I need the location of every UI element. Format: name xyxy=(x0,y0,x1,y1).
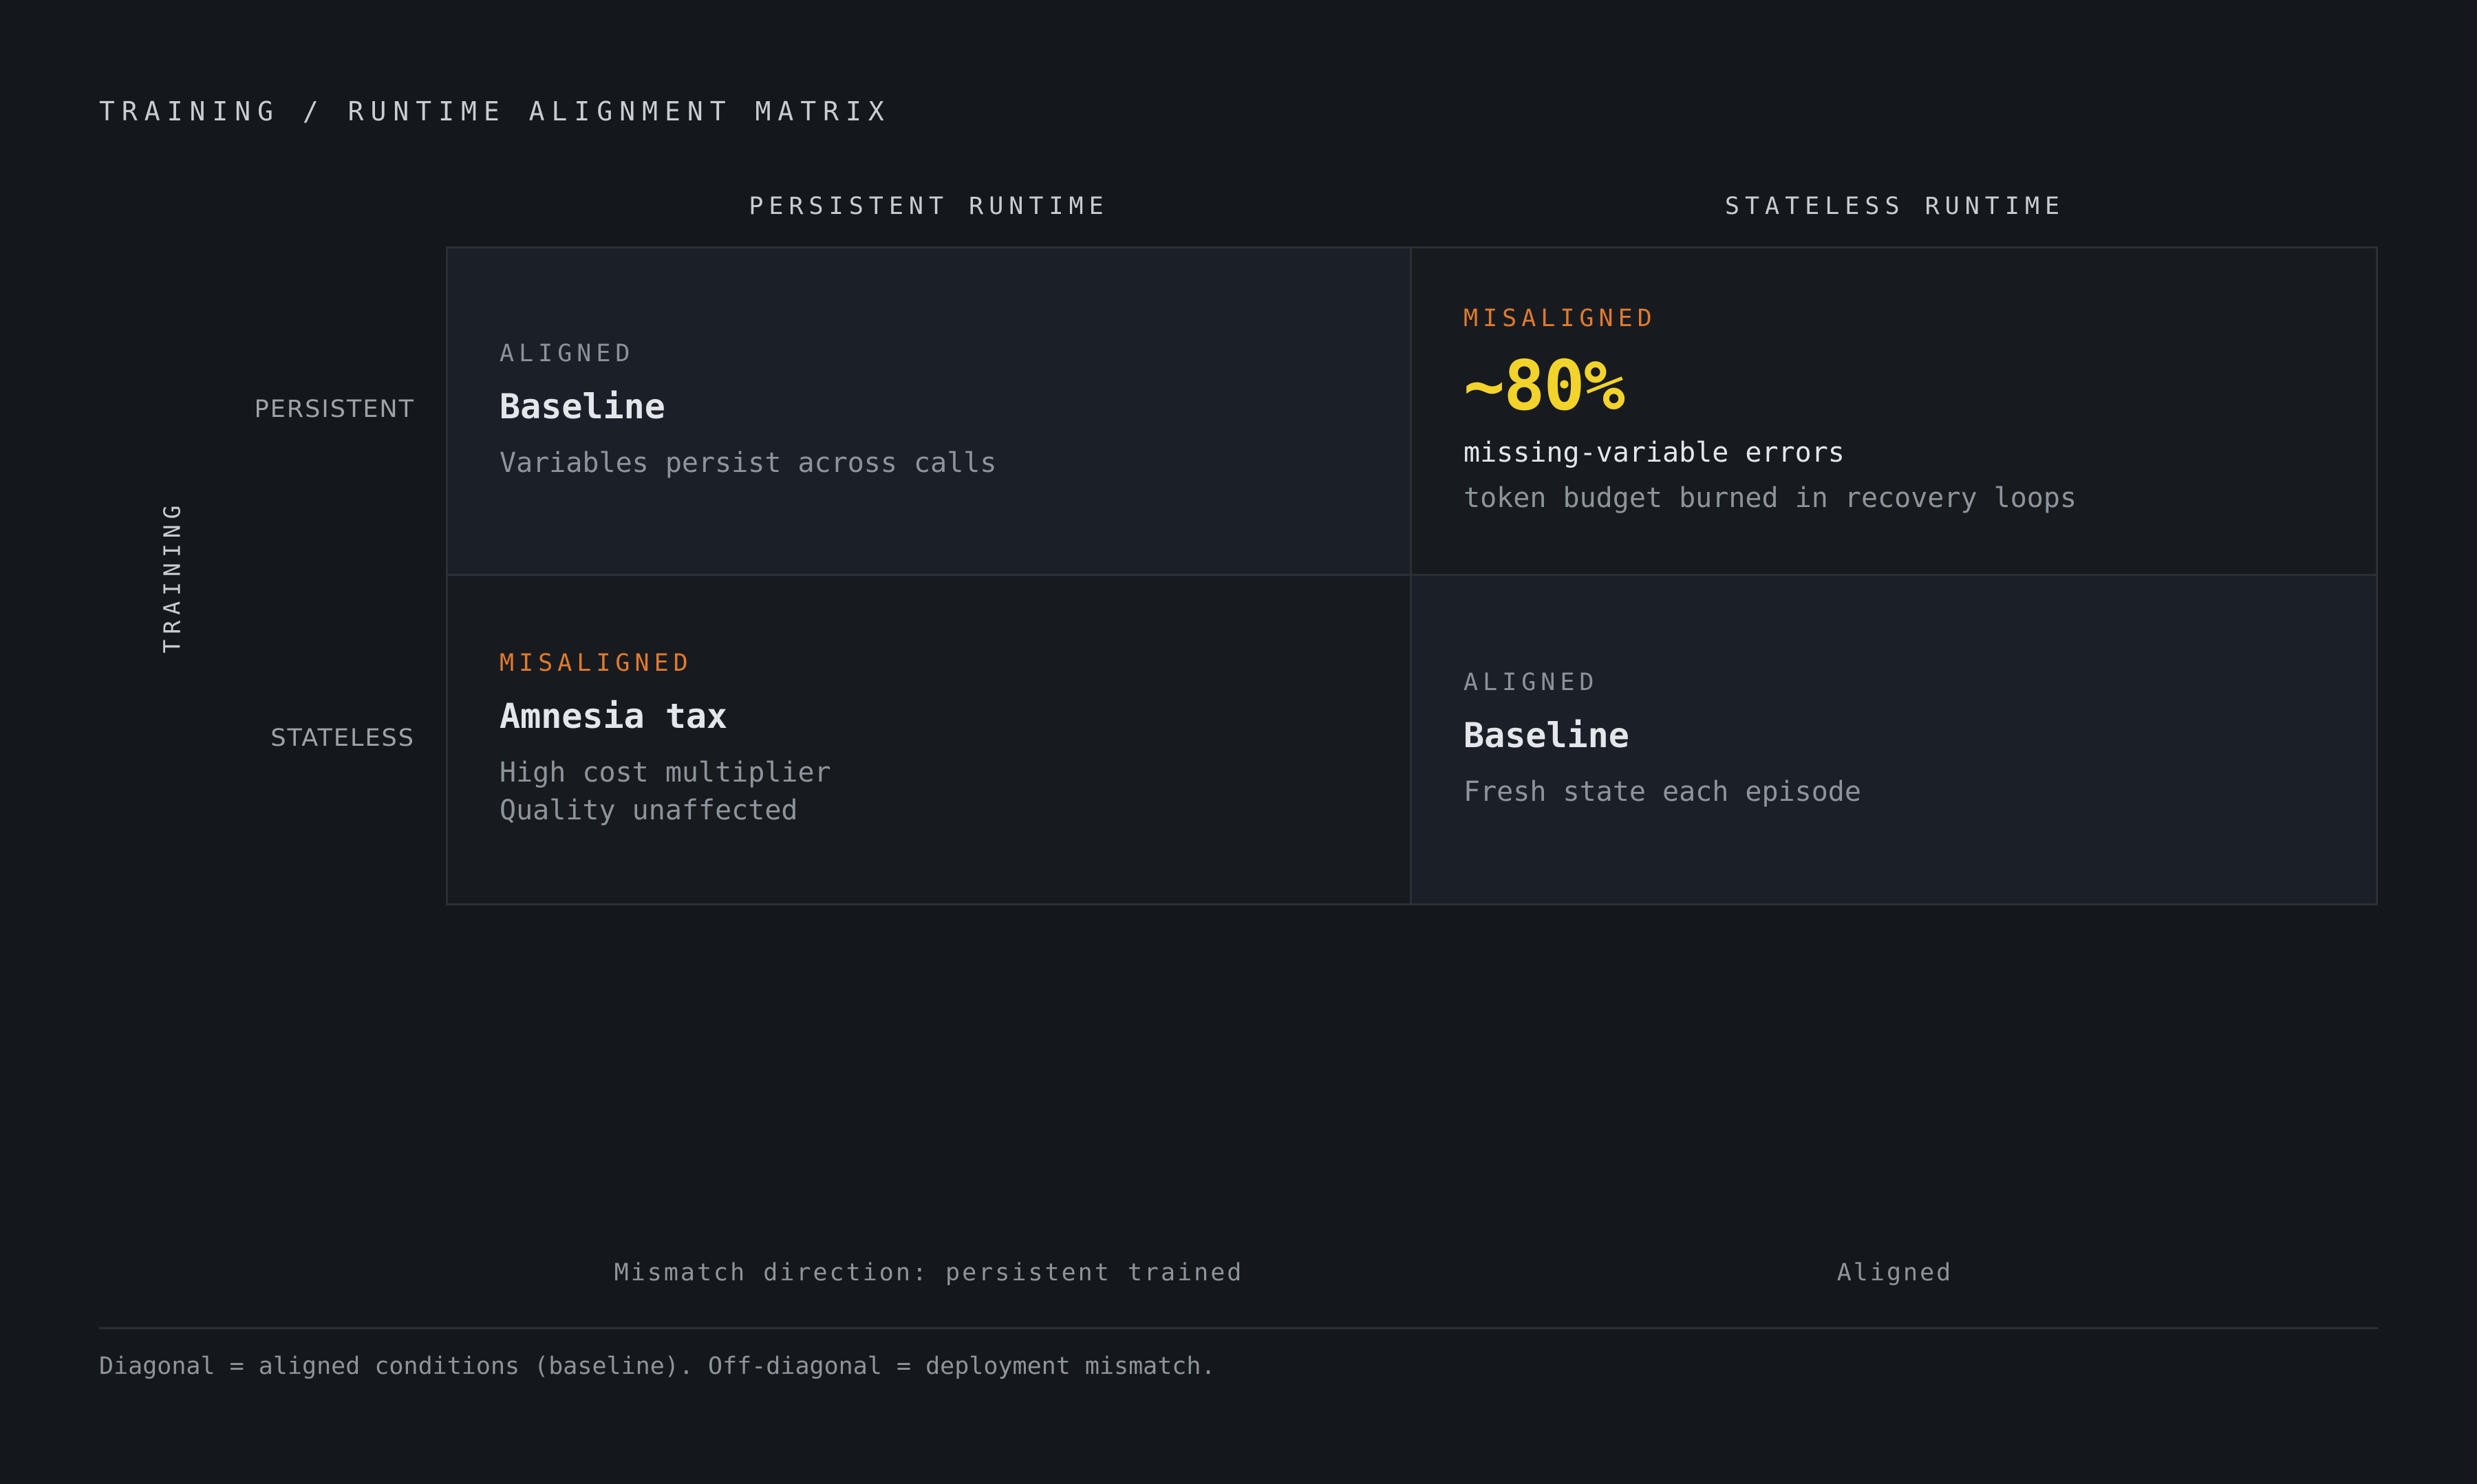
cell-description: Quality unaffected xyxy=(500,795,798,826)
status-label: MISALIGNED xyxy=(500,649,693,677)
cell-title: Baseline xyxy=(500,387,665,427)
cell-description: Fresh state each episode xyxy=(1463,775,1861,808)
footer-caption-aligned: Aligned xyxy=(1836,1259,1953,1287)
highlight-stat: ~80% xyxy=(1463,345,1625,426)
status-label: ALIGNED xyxy=(500,340,635,367)
cell-title: Baseline xyxy=(1463,715,1629,755)
row-label-persistent: PERSISTENT xyxy=(254,396,415,423)
column-header-persistent-runtime: PERSISTENT RUNTIME xyxy=(749,193,1109,220)
cell-persistent-stateless: MISALIGNED ~80% missing-variable errors … xyxy=(1412,248,2376,576)
row-label-stateless: STATELESS xyxy=(270,724,415,752)
cell-description: Variables persist across calls xyxy=(500,447,997,479)
cell-description: High cost multiplier xyxy=(500,757,831,788)
column-header-stateless-runtime: STATELESS RUNTIME xyxy=(1724,193,2066,220)
footnote: Diagonal = aligned conditions (baseline)… xyxy=(99,1353,1216,1380)
cell-stateless-persistent: MISALIGNED Amnesia tax High cost multipl… xyxy=(448,576,1412,903)
status-label: MISALIGNED xyxy=(1463,305,1657,332)
footer-caption-mismatch: Mismatch direction: persistent trained xyxy=(614,1259,1244,1287)
stat-label: missing-variable errors xyxy=(1463,437,1845,469)
status-label: ALIGNED xyxy=(1463,668,1599,696)
alignment-matrix: ALIGNED Baseline Variables persist acros… xyxy=(446,246,2378,905)
cell-title: Amnesia tax xyxy=(500,696,728,736)
row-axis-label: TRAINING xyxy=(158,499,186,654)
cell-persistent-persistent: ALIGNED Baseline Variables persist acros… xyxy=(448,248,1412,576)
page-title: TRAINING / RUNTIME ALIGNMENT MATRIX xyxy=(99,96,891,127)
cell-stateless-stateless: ALIGNED Baseline Fresh state each episod… xyxy=(1412,576,2376,903)
footer-divider xyxy=(99,1327,2378,1329)
cell-description: token budget burned in recovery loops xyxy=(1463,482,2077,514)
